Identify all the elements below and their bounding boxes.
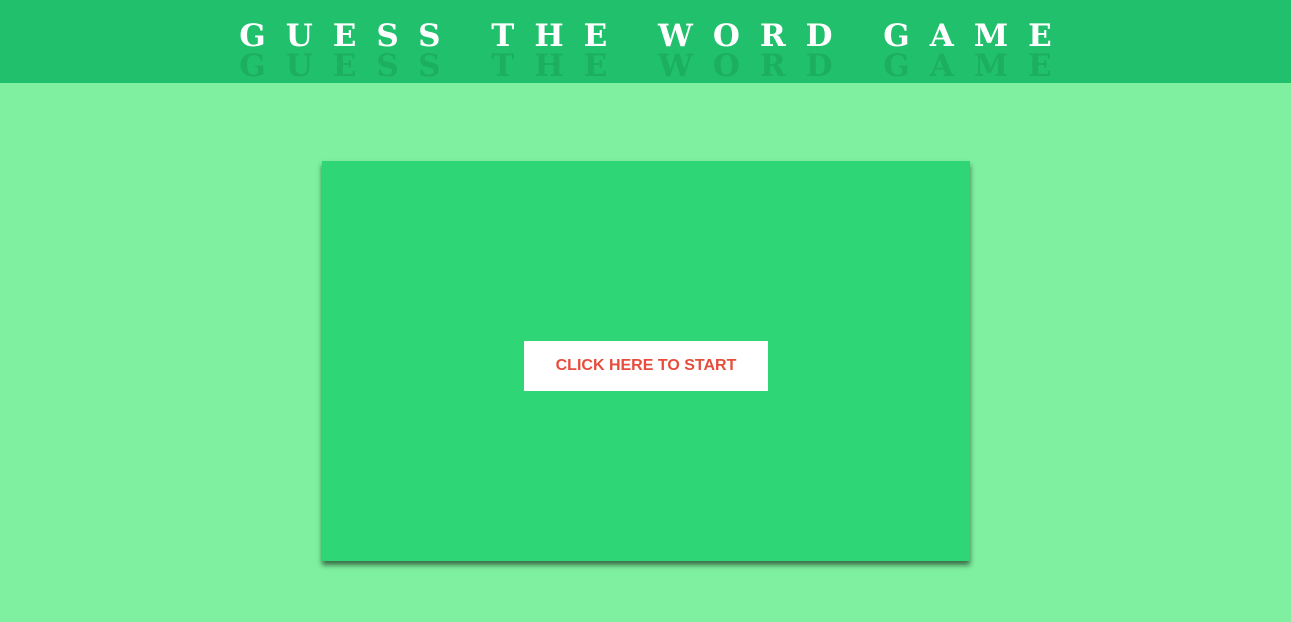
page-header: GUESS THE WORD GAME GUESS THE WORD GAME <box>0 0 1291 83</box>
game-panel: CLICK HERE TO START <box>322 161 970 561</box>
page-title-reflection: GUESS THE WORD GAME <box>239 48 1072 84</box>
title-container: GUESS THE WORD GAME GUESS THE WORD GAME <box>0 0 1291 83</box>
start-button[interactable]: CLICK HERE TO START <box>524 341 768 391</box>
